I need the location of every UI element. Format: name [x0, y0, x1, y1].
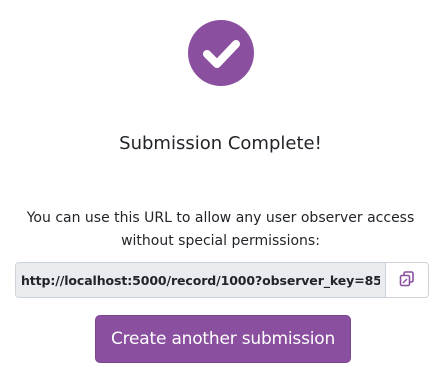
observer-url-input[interactable]	[16, 263, 386, 297]
page-title: Submission Complete!	[119, 133, 322, 154]
submission-complete-page: Submission Complete! You can use this UR…	[0, 0, 441, 374]
check-circle-icon	[188, 20, 254, 86]
copy-icon	[398, 270, 416, 291]
observer-url-message: You can use this URL to allow any user o…	[26, 210, 415, 249]
create-another-submission-button[interactable]: Create another submission	[95, 315, 351, 363]
copy-url-button[interactable]	[386, 263, 428, 297]
observer-url-group	[15, 262, 429, 298]
